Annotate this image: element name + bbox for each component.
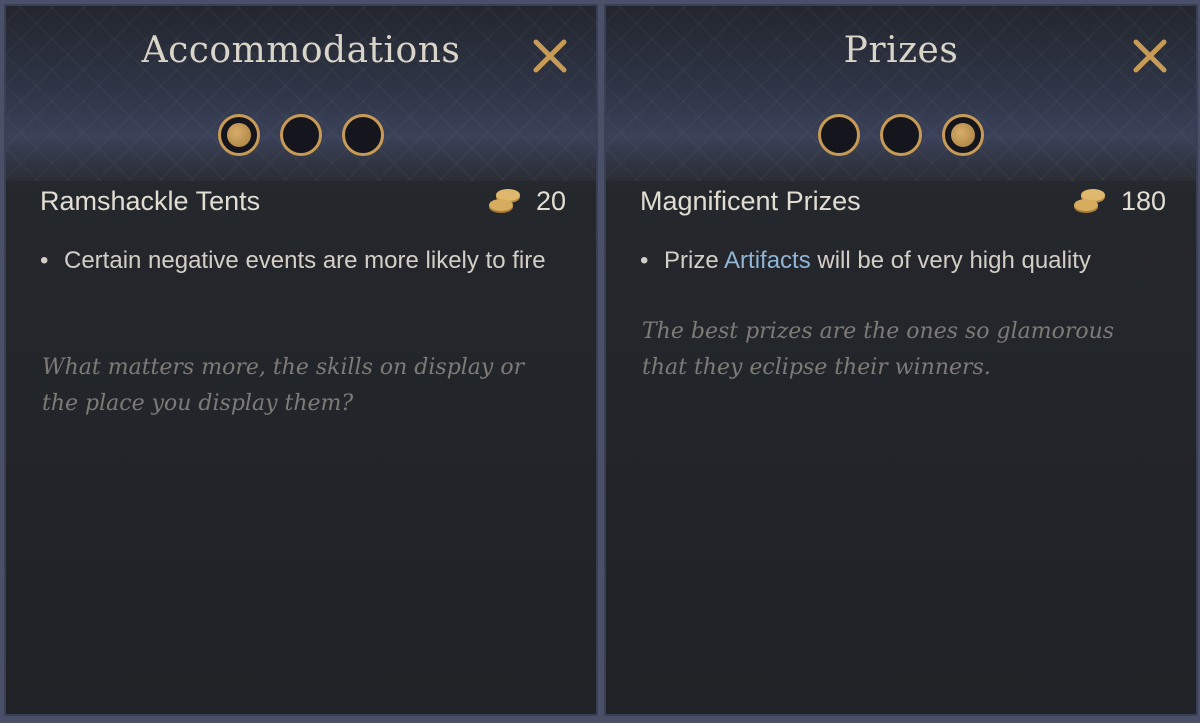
effect-item: • Certain negative events are more likel…: [40, 242, 556, 279]
prizes-panel: Prizes Magnificent Prizes 180 • Prize Ar…: [604, 4, 1198, 716]
tier-dot-3[interactable]: [342, 114, 384, 156]
effects-list: • Prize Artifacts will be of very high q…: [640, 242, 1156, 279]
effect-prefix: Prize: [664, 247, 725, 274]
tier-dot-1[interactable]: [818, 114, 860, 156]
accommodations-panel: Accommodations Ramshackle Tents 20 • Cer…: [4, 4, 598, 716]
gold-coins-icon: [1073, 188, 1105, 213]
option-row: Ramshackle Tents 20: [40, 186, 566, 226]
close-icon[interactable]: [1130, 36, 1170, 76]
artifacts-link[interactable]: Artifacts: [724, 247, 811, 274]
effects-list: • Certain negative events are more likel…: [40, 242, 556, 279]
bullet: •: [40, 247, 49, 274]
cost-value: 20: [535, 186, 566, 216]
tier-dot-3[interactable]: [942, 114, 984, 156]
tier-dot-1[interactable]: [218, 114, 260, 156]
option-name: Ramshackle Tents: [40, 186, 261, 216]
tier-selector: [6, 114, 596, 156]
tier-dot-2[interactable]: [280, 114, 322, 156]
effect-item: • Prize Artifacts will be of very high q…: [640, 242, 1156, 279]
bullet: •: [640, 247, 649, 274]
option-name: Magnificent Prizes: [640, 186, 861, 216]
effect-suffix: will be of very high quality: [810, 247, 1091, 274]
gold-coins-icon: [488, 188, 520, 213]
option-row: Magnificent Prizes 180: [640, 186, 1166, 226]
tier-selector: [606, 114, 1196, 156]
option-cost: 20: [486, 186, 566, 217]
panel-title: Prizes: [843, 30, 959, 71]
panel-title: Accommodations: [141, 30, 461, 71]
flavor-text: The best prizes are the ones so glamorou…: [642, 319, 1115, 380]
option-cost: 180: [1071, 186, 1166, 217]
close-icon[interactable]: [530, 36, 570, 76]
effect-text: Prize Artifacts will be of very high qua…: [664, 242, 1091, 279]
tier-dot-2[interactable]: [880, 114, 922, 156]
effect-text: Certain negative events are more likely …: [64, 247, 546, 274]
flavor-text: What matters more, the skills on display…: [42, 355, 525, 416]
cost-value: 180: [1120, 186, 1166, 216]
